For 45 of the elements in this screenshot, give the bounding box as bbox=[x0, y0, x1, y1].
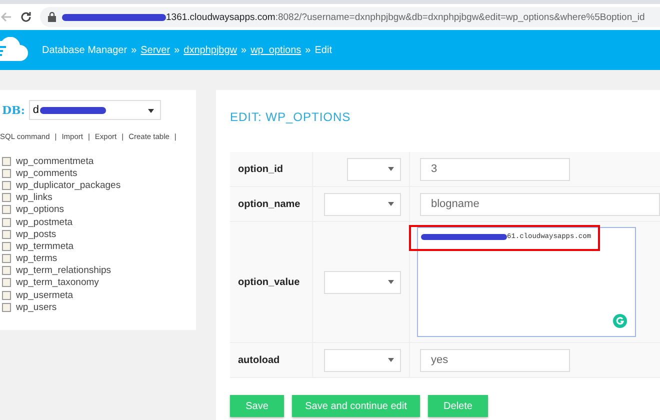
function-select[interactable] bbox=[347, 158, 401, 180]
address-bar[interactable]: 1361.cloudwaysapps.com:8082/?username=dxnphpjbgw&db=dxnphpjbgw&edit=wp_options&where%5Boption_id bbox=[40, 7, 660, 27]
field-label: option_value bbox=[238, 276, 300, 288]
field-label: option_name bbox=[238, 198, 300, 210]
field-label: option_id bbox=[238, 164, 283, 174]
breadcrumb-separator: » bbox=[241, 44, 247, 56]
page-title: EDIT: WP_OPTIONS bbox=[230, 110, 352, 124]
field-label: autoload bbox=[238, 354, 280, 366]
back-arrow-icon[interactable] bbox=[0, 11, 12, 23]
caret-icon bbox=[388, 202, 394, 206]
caret-icon bbox=[388, 358, 394, 362]
value-field[interactable]: 3 bbox=[420, 158, 570, 180]
caret-icon bbox=[388, 167, 394, 171]
function-select[interactable] bbox=[324, 270, 401, 294]
function-select[interactable] bbox=[324, 192, 401, 216]
table-link[interactable]: wp_duplicator_packages bbox=[16, 180, 121, 191]
reload-icon[interactable] bbox=[20, 11, 32, 23]
value-field[interactable]: blogname bbox=[420, 192, 660, 216]
caret-icon bbox=[388, 280, 394, 284]
table-link[interactable]: wp_term_taxonomy bbox=[16, 277, 99, 288]
breadcrumb-text: Edit bbox=[314, 44, 332, 56]
table-link[interactable]: wp_posts bbox=[16, 228, 56, 240]
table-link[interactable]: wp_usermeta bbox=[16, 290, 74, 301]
table-link[interactable]: wp_term_relationships bbox=[16, 265, 112, 276]
table-link[interactable]: wp_terms bbox=[16, 253, 58, 264]
breadcrumb-text: Database Manager bbox=[42, 44, 128, 56]
value-field[interactable]: yes bbox=[420, 348, 570, 372]
breadcrumb-separator: » bbox=[174, 44, 180, 56]
table-link[interactable]: wp_commentmeta bbox=[16, 156, 94, 167]
table-link[interactable]: wp_termmeta bbox=[16, 240, 74, 252]
caret-icon bbox=[148, 109, 154, 113]
url-text: 1361.cloudwaysapps.com:8082/?username=dxnphpjbgw&db=dxnphpjbgw&edit=wp_options&where%5Boption_id bbox=[166, 12, 645, 22]
table-link[interactable]: wp_postmeta bbox=[16, 216, 73, 228]
function-select[interactable] bbox=[324, 348, 401, 372]
breadcrumb-separator: » bbox=[305, 44, 311, 56]
database-select[interactable]: d bbox=[28, 100, 161, 120]
table-link[interactable]: wp_comments bbox=[16, 168, 78, 179]
table-link[interactable]: wp_options bbox=[16, 204, 64, 216]
redaction-mark bbox=[40, 106, 106, 114]
grammar-assistant-icon[interactable] bbox=[613, 314, 627, 328]
table-link[interactable]: wp_users bbox=[16, 302, 57, 313]
breadcrumb-separator: » bbox=[131, 44, 137, 56]
db-label: DB: bbox=[2, 104, 25, 116]
table-link[interactable]: wp_links bbox=[16, 192, 52, 204]
lock-icon bbox=[48, 12, 56, 22]
